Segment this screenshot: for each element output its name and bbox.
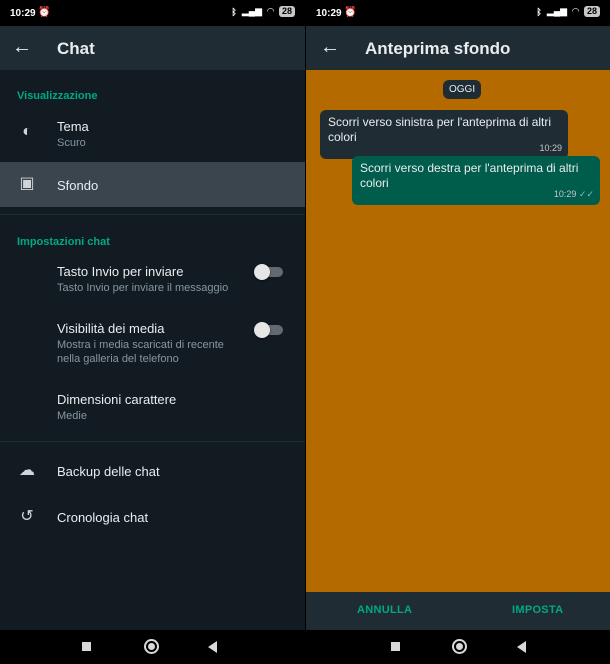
date-chip: OGGI [443, 80, 482, 99]
outgoing-message: Scorri verso destra per l'anteprima di a… [352, 156, 600, 205]
divider [0, 441, 305, 442]
enter-send-label: Tasto Invio per inviare [57, 264, 184, 279]
font-size-label: Dimensioni carattere [57, 392, 177, 407]
home-button[interactable] [144, 639, 159, 654]
setting-media-visibility[interactable]: Visibilità dei media Mostra i media scar… [0, 312, 305, 372]
history-icon: ↺ [20, 508, 34, 525]
history-label: Cronologia chat [57, 510, 149, 525]
status-time: 10:29 [316, 8, 342, 19]
nav-bar [0, 630, 305, 664]
page-title: Anteprima sfondo [365, 39, 511, 58]
incoming-message-time: 10:29 [539, 143, 562, 153]
theme-value: Scuro [57, 137, 86, 149]
cloud-upload-icon: ☁ [19, 462, 35, 479]
section-chat-settings: Impostazioni chat [17, 236, 110, 248]
wallpaper-preview-screen: 10:29 ⏰ ᛒ ▂▄▆ ◠ 28 ← Anteprima sfondo OG… [306, 0, 610, 664]
recents-button[interactable] [391, 642, 400, 651]
bluetooth-icon: ᛒ [536, 6, 542, 17]
signal-icon: ▂▄▆ [241, 6, 263, 16]
wifi-icon: ◠ [267, 6, 274, 16]
alarm-icon: ⏰ [38, 7, 51, 18]
signal-icon: ▂▄▆ [546, 6, 568, 16]
app-bar: ← Chat [0, 26, 305, 70]
screenshot: 10:29 ⏰ ᛒ ▂▄▆ ◠ 28 ← Chat Visualizzazion… [0, 0, 610, 664]
page-title: Chat [57, 39, 95, 58]
setting-history[interactable]: ↺ Cronologia chat [0, 498, 305, 538]
bluetooth-icon: ᛒ [231, 6, 237, 17]
chat-settings-screen: 10:29 ⏰ ᛒ ▂▄▆ ◠ 28 ← Chat Visualizzazion… [0, 0, 305, 664]
app-bar: ← Anteprima sfondo [306, 26, 610, 70]
setting-enter-send[interactable]: Tasto Invio per inviare Tasto Invio per … [0, 256, 305, 304]
cancel-button[interactable]: ANNULLA [357, 604, 412, 616]
preview-footer: ANNULLA IMPOSTA [306, 592, 610, 630]
back-button[interactable] [517, 641, 526, 653]
nav-bar [306, 630, 610, 664]
wallpaper-icon: ▣ [19, 175, 35, 192]
battery-icon: 28 [583, 6, 600, 17]
battery-icon: 28 [278, 6, 295, 17]
set-button[interactable]: IMPOSTA [512, 604, 563, 616]
back-arrow-icon[interactable]: ← [12, 36, 32, 58]
media-visibility-label: Visibilità dei media [57, 321, 165, 336]
incoming-message-text: Scorri verso sinistra per l'anteprima di… [328, 115, 552, 144]
setting-backup[interactable]: ☁ Backup delle chat [0, 452, 305, 492]
recents-button[interactable] [82, 642, 91, 651]
wallpaper-label: Sfondo [57, 178, 99, 193]
media-visibility-desc-2: nella galleria del telefono [57, 353, 179, 365]
theme-label: Tema [57, 119, 89, 134]
enter-send-toggle[interactable] [254, 264, 283, 280]
back-arrow-icon[interactable]: ← [320, 36, 340, 58]
incoming-message: Scorri verso sinistra per l'anteprima di… [320, 110, 568, 159]
setting-font-size[interactable]: Dimensioni carattere Medie [0, 382, 305, 430]
media-visibility-desc-1: Mostra i media scaricati di recente [57, 339, 224, 351]
setting-theme[interactable]: ◐ Tema Scuro [0, 110, 305, 160]
setting-wallpaper[interactable]: ▣ Sfondo [0, 162, 305, 207]
enter-send-desc: Tasto Invio per inviare il messaggio [57, 282, 229, 294]
backup-label: Backup delle chat [57, 464, 160, 479]
status-time: 10:29 [10, 8, 36, 19]
double-check-icon: ✓✓ [578, 189, 594, 199]
alarm-icon: ⏰ [344, 7, 357, 18]
back-button[interactable] [208, 641, 217, 653]
media-visibility-toggle[interactable] [254, 322, 283, 338]
home-button[interactable] [452, 639, 467, 654]
status-bar: 10:29 ⏰ ᛒ ▂▄▆ ◠ 28 [0, 0, 305, 26]
font-size-value: Medie [57, 410, 87, 422]
wallpaper-preview[interactable]: OGGI Scorri verso sinistra per l'antepri… [306, 70, 610, 592]
outgoing-message-time: 10:29 [553, 189, 577, 199]
wifi-icon: ◠ [572, 6, 579, 16]
brightness-icon: ◐ [22, 123, 32, 140]
section-display: Visualizzazione [17, 90, 98, 102]
divider [0, 214, 305, 215]
status-bar: 10:29 ⏰ ᛒ ▂▄▆ ◠ 28 [306, 0, 610, 26]
